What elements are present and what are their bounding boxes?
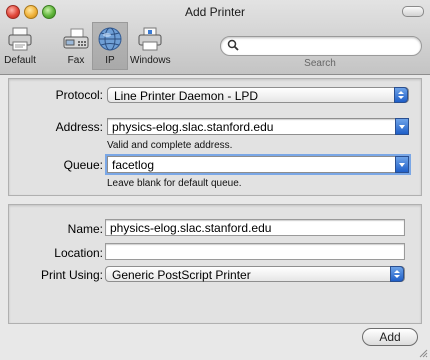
search-icon bbox=[227, 39, 239, 51]
printer-info-panel: Name: physics-elog.slac.stanford.edu Loc… bbox=[8, 204, 422, 324]
protocol-popup[interactable]: Line Printer Daemon - LPD bbox=[107, 87, 409, 103]
toolbar-item-windows[interactable]: Windows bbox=[130, 22, 171, 70]
add-button[interactable]: Add bbox=[362, 328, 418, 346]
queue-label: Queue: bbox=[63, 158, 103, 172]
toolbar: Add Printer Default Fax IP Windows Searc… bbox=[0, 0, 430, 75]
printer-icon bbox=[8, 27, 32, 51]
location-label: Location: bbox=[54, 246, 103, 260]
toolbar-toggle-button[interactable] bbox=[402, 6, 424, 17]
add-printer-window: Add Printer Default Fax IP Windows Searc… bbox=[0, 0, 430, 360]
window-title: Add Printer bbox=[184, 5, 246, 19]
protocol-label: Protocol: bbox=[55, 88, 103, 102]
toolbar-item-default[interactable]: Default bbox=[2, 22, 38, 70]
toolbar-item-label: Fax bbox=[67, 55, 85, 66]
toolbar-item-label: Windows bbox=[130, 55, 171, 66]
location-field[interactable] bbox=[105, 243, 405, 260]
name-value: physics-elog.slac.stanford.edu bbox=[110, 221, 272, 235]
toolbar-item-ip[interactable]: IP bbox=[92, 22, 128, 70]
windows-printer-icon bbox=[138, 27, 162, 51]
resize-grip-icon[interactable] bbox=[418, 348, 428, 358]
address-combo-input[interactable]: physics-elog.slac.stanford.edu bbox=[107, 118, 409, 135]
toolbar-item-label: IP bbox=[105, 55, 115, 66]
name-field[interactable]: physics-elog.slac.stanford.edu bbox=[105, 219, 405, 236]
popup-arrows-icon bbox=[390, 266, 404, 282]
name-label: Name: bbox=[67, 222, 103, 236]
queue-hint: Leave blank for default queue. bbox=[107, 178, 242, 189]
print-using-value: Generic PostScript Printer bbox=[112, 268, 251, 282]
popup-arrows-icon bbox=[394, 87, 408, 103]
queue-combo-input[interactable]: facetlog bbox=[107, 156, 409, 173]
queue-value: facetlog bbox=[112, 158, 155, 172]
print-using-popup[interactable]: Generic PostScript Printer bbox=[105, 266, 405, 282]
address-hint: Valid and complete address. bbox=[107, 140, 233, 151]
globe-icon bbox=[98, 27, 122, 51]
print-using-label: Print Using: bbox=[40, 268, 103, 282]
connection-panel: Protocol: Line Printer Daemon - LPD Addr… bbox=[8, 78, 422, 196]
address-value: physics-elog.slac.stanford.edu bbox=[112, 120, 274, 134]
address-label: Address: bbox=[55, 120, 103, 134]
protocol-value: Line Printer Daemon - LPD bbox=[114, 89, 259, 103]
toolbar-item-fax[interactable]: Fax bbox=[62, 22, 90, 70]
search-label: Search bbox=[304, 58, 336, 69]
fax-icon bbox=[63, 28, 89, 49]
toolbar-item-label: Default bbox=[4, 55, 36, 66]
search-input[interactable] bbox=[220, 36, 422, 56]
chevron-down-icon[interactable] bbox=[395, 156, 409, 173]
chevron-down-icon[interactable] bbox=[395, 118, 409, 135]
